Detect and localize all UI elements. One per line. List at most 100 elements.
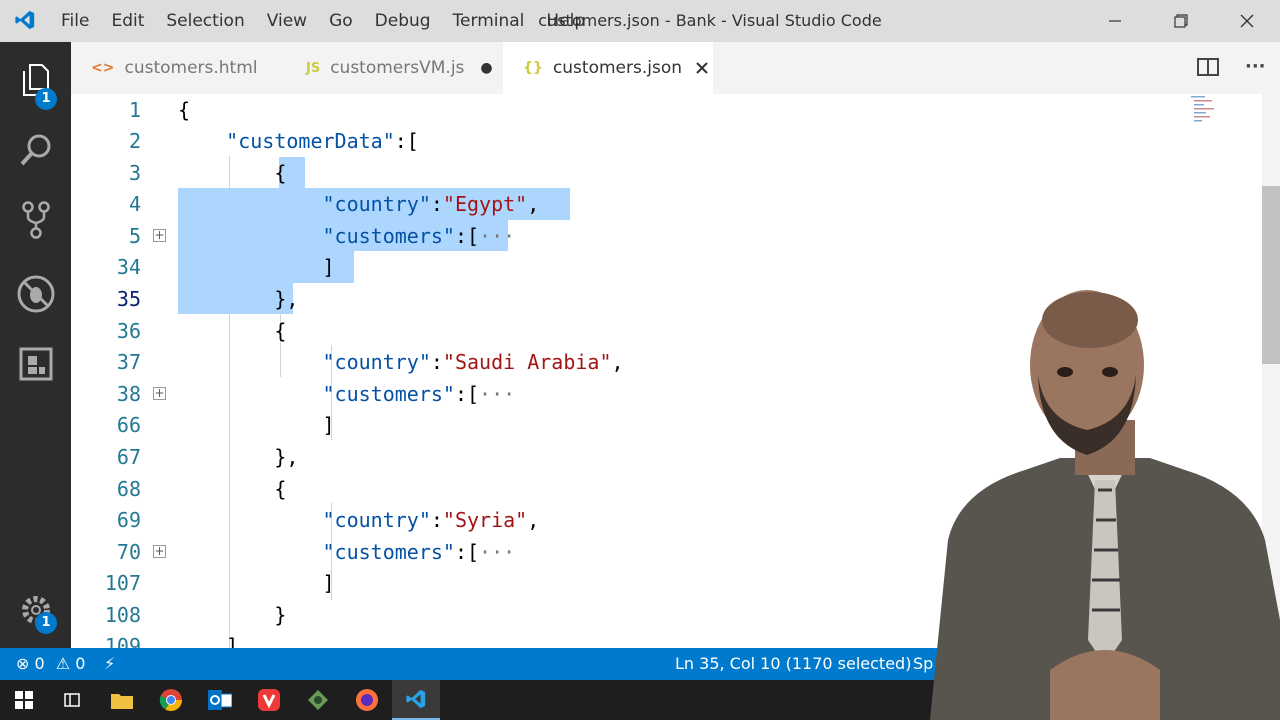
error-count: 0 [34, 654, 45, 673]
close-tab-icon[interactable] [696, 62, 708, 74]
line-number: 108 [104, 603, 141, 627]
menu-go[interactable]: Go [318, 0, 364, 42]
menu-terminal[interactable]: Terminal [442, 0, 536, 42]
minimize-button[interactable] [1082, 0, 1148, 42]
vscode-icon [406, 689, 426, 709]
menu-selection[interactable]: Selection [155, 0, 255, 42]
line-number: 3 [128, 161, 141, 185]
code-line: "customerData":[ [226, 129, 419, 153]
line-number: 109 [104, 634, 141, 648]
menu-edit[interactable]: Edit [100, 0, 155, 42]
code-line: ] [322, 571, 335, 595]
tab-customers-json[interactable]: {} customers.json [503, 42, 713, 94]
unfold-button[interactable]: + [153, 229, 166, 242]
search-button[interactable] [0, 120, 71, 180]
vivaldi-icon [258, 689, 280, 711]
line-number: 68 [116, 477, 141, 501]
code-line: { [274, 477, 287, 501]
file-explorer-taskbar[interactable] [98, 680, 146, 720]
line-number: 5 [128, 224, 141, 248]
unfold-button[interactable]: + [153, 387, 166, 400]
settings-button[interactable]: 1 [0, 580, 71, 640]
code-line: "country":"Egypt", [322, 192, 540, 216]
app-icon [308, 690, 328, 710]
menu-help[interactable]: Help [535, 0, 596, 42]
line-number: 69 [116, 508, 141, 532]
line-number: 4 [128, 192, 141, 216]
debug-icon [17, 275, 54, 313]
modified-dot-icon[interactable]: ● [480, 60, 492, 76]
folded-ellipsis: ··· [479, 382, 516, 406]
line-number-current: 35 [116, 287, 141, 311]
error-icon: ⊗ [16, 654, 30, 673]
tab-label: customers.json [552, 58, 683, 78]
json-file-icon: {} [523, 60, 543, 76]
vscode-taskbar[interactable] [392, 680, 440, 720]
minimap[interactable] [1189, 94, 1219, 134]
start-button[interactable] [0, 680, 48, 720]
tab-label: customersVM.js [330, 58, 465, 78]
tab-customersvm-js[interactable]: JS customersVM.js ● [286, 42, 503, 94]
code-line: "customers":[··· [322, 382, 516, 406]
close-window-button[interactable] [1214, 0, 1280, 42]
unfold-button[interactable]: + [153, 545, 166, 558]
line-number: 67 [116, 445, 141, 469]
search-icon [20, 134, 50, 166]
cursor-position[interactable]: Ln 35, Col 10 (1170 selected) [675, 648, 911, 680]
extensions-button[interactable] [0, 334, 71, 394]
task-view-icon [64, 693, 80, 707]
source-control-button[interactable] [0, 190, 71, 250]
code-line: "country":"Syria", [322, 508, 540, 532]
close-icon [1240, 14, 1254, 28]
more-actions-button[interactable]: ··· [1245, 56, 1266, 77]
presenter-video-overlay [930, 290, 1280, 720]
code-line: "customers":[··· [322, 224, 516, 248]
firefox-taskbar[interactable] [343, 680, 391, 720]
menu-file[interactable]: File [50, 0, 100, 42]
folder-icon [111, 694, 133, 709]
line-number: 37 [116, 350, 141, 374]
tab-label: customers.html [124, 58, 258, 78]
explorer-button[interactable]: 1 [0, 50, 71, 110]
activity-bar: 1 1 [0, 42, 71, 648]
line-number: 34 [116, 255, 141, 279]
app-taskbar[interactable] [294, 680, 342, 720]
code-line: ] [322, 413, 335, 437]
extensions-icon [19, 347, 52, 381]
vivaldi-taskbar[interactable] [245, 680, 293, 720]
line-number: 38 [116, 382, 141, 406]
folded-ellipsis: ··· [479, 540, 516, 564]
title-bar: File Edit Selection View Go Debug Termin… [0, 0, 1280, 42]
code-line: { [274, 161, 287, 185]
restore-icon [1174, 14, 1188, 28]
problems-indicator[interactable]: ⊗ 0 ⚠ 0 [16, 648, 85, 680]
editor-tabs: <> customers.html JS customersVM.js ● {}… [71, 42, 1280, 94]
folded-ellipsis: ··· [479, 224, 516, 248]
outlook-taskbar[interactable] [196, 680, 244, 720]
line-number: 2 [128, 129, 141, 153]
code-line: }, [274, 287, 299, 311]
line-number: 1 [128, 98, 141, 122]
code-line: }, [274, 445, 299, 469]
line-number: 107 [104, 571, 141, 595]
menu-view[interactable]: View [256, 0, 318, 42]
outlook-icon [208, 690, 232, 710]
code-line: "customers":[··· [322, 540, 516, 564]
line-number: 36 [116, 319, 141, 343]
task-view-button[interactable] [48, 680, 96, 720]
split-editor-button[interactable] [1197, 57, 1219, 81]
lightning-icon[interactable]: ⚡ [104, 648, 115, 680]
html-file-icon: <> [91, 60, 115, 76]
code-line: ] [322, 255, 335, 279]
restore-button[interactable] [1148, 0, 1214, 42]
firefox-icon [356, 689, 378, 711]
code-line: "country":"Saudi Arabia", [322, 350, 624, 374]
chrome-taskbar[interactable] [147, 680, 195, 720]
line-number: 70 [116, 540, 141, 564]
tab-customers-html[interactable]: <> customers.html [71, 42, 276, 94]
warning-count: 0 [75, 654, 86, 673]
debug-button[interactable] [0, 264, 71, 324]
explorer-badge: 1 [35, 88, 57, 110]
chrome-icon [159, 689, 182, 711]
menu-debug[interactable]: Debug [364, 0, 442, 42]
